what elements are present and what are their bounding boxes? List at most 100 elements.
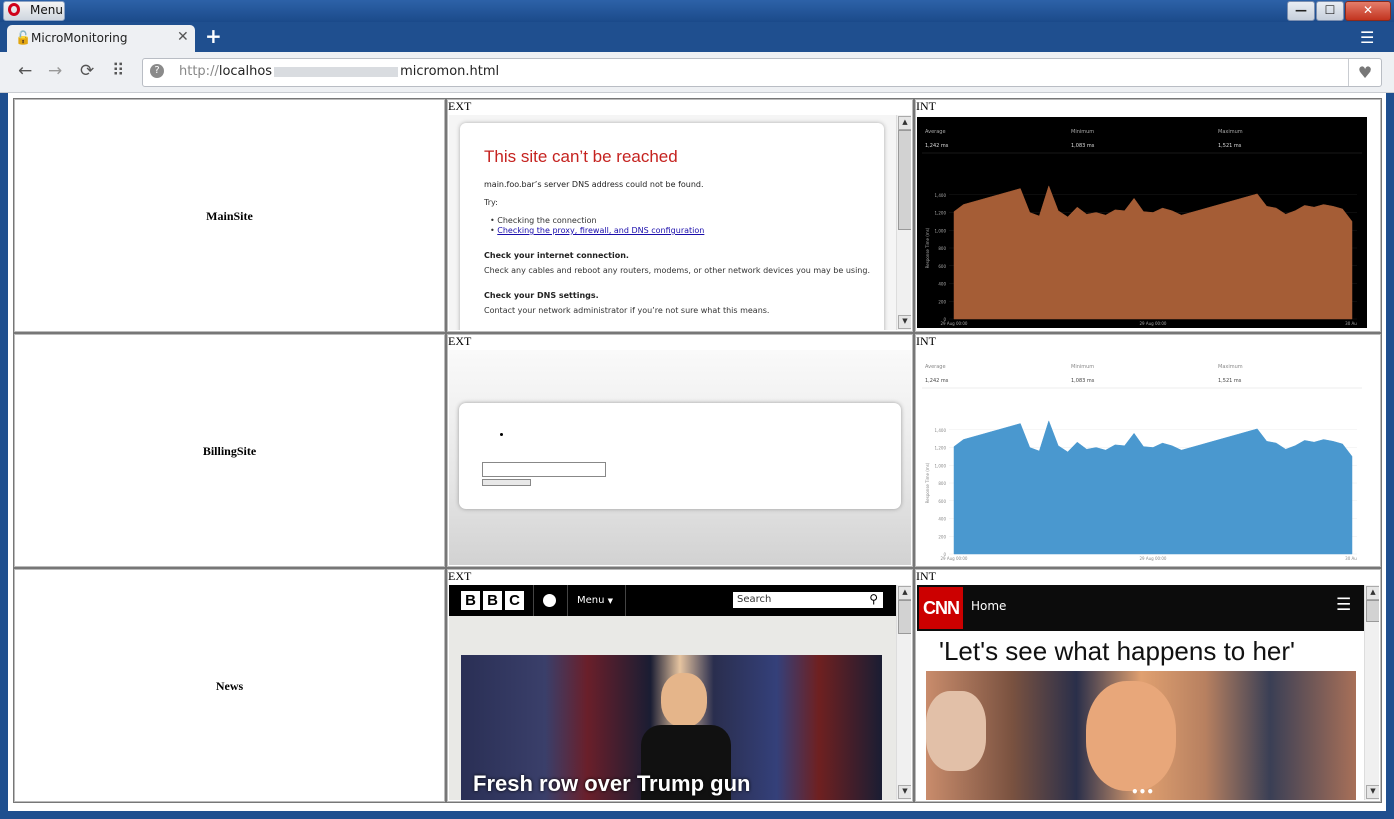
scroll-thumb[interactable] bbox=[898, 600, 911, 634]
tab-menu-icon[interactable]: ☰ bbox=[1360, 28, 1374, 47]
ext-frame-error-page[interactable]: This site can’t be reached main.foo.bar’… bbox=[449, 115, 911, 330]
tab-close-icon[interactable]: ✕ bbox=[177, 29, 189, 45]
scroll-up-icon[interactable]: ▲ bbox=[898, 586, 911, 600]
ext-cell-news: EXT B B C Menu ▼ Search ⚲ Fresh row over… bbox=[446, 568, 914, 803]
y-tick-label: 1,200 bbox=[935, 211, 947, 216]
bullet-proxy[interactable]: • Checking the proxy, firewall, and DNS … bbox=[490, 226, 704, 235]
url-redacted bbox=[274, 66, 399, 77]
ext-label: EXT bbox=[448, 99, 472, 113]
forward-icon[interactable]: → bbox=[48, 61, 62, 81]
maximize-button[interactable]: ☐ bbox=[1316, 1, 1344, 21]
tab-micromonitoring[interactable]: 🔓 MicroMonitoring ✕ bbox=[7, 25, 195, 52]
error-title: This site can’t be reached bbox=[484, 147, 678, 166]
y-tick-label: 600 bbox=[938, 499, 946, 504]
site-cell-mainsite: MainSite bbox=[13, 98, 446, 333]
x-tick-label: 29 Aug 00:00 bbox=[1140, 321, 1167, 326]
stat-label: Average bbox=[925, 364, 946, 370]
tab-strip: 🔓 MicroMonitoring ✕ + ☰ bbox=[0, 22, 1394, 52]
bbc-logo-b2[interactable]: B bbox=[483, 591, 502, 610]
divider bbox=[625, 585, 626, 616]
cnn-header: CNN Home ☰ bbox=[917, 585, 1379, 631]
bbc-menu[interactable]: Menu ▼ bbox=[577, 595, 613, 606]
y-axis-label: Response Time (ms) bbox=[925, 227, 930, 268]
image-face bbox=[926, 691, 986, 771]
scroll-up-icon[interactable]: ▲ bbox=[898, 116, 911, 130]
new-tab-button[interactable]: + bbox=[205, 24, 222, 48]
search-placeholder: Search bbox=[737, 594, 772, 605]
bbc-scrollbar[interactable]: ▲ ▼ bbox=[896, 585, 911, 800]
cnn-news-image[interactable]: ••• bbox=[926, 671, 1356, 800]
check-internet-text: Check any cables and reboot any routers,… bbox=[484, 266, 870, 275]
int-cell-news: INT CNN Home ☰ 'Let's see what happens t… bbox=[914, 568, 1382, 803]
search-icon[interactable]: ⚲ bbox=[869, 592, 878, 606]
int-label: INT bbox=[916, 569, 936, 583]
url-text[interactable]: http://localhos micromon.html bbox=[179, 64, 499, 79]
bbc-headline[interactable]: Fresh row over Trump gun bbox=[473, 771, 750, 797]
cnn-scrollbar[interactable]: ▲ ▼ bbox=[1364, 585, 1379, 800]
bbc-logo-c[interactable]: C bbox=[505, 591, 524, 610]
ext-frame-bbc[interactable]: B B C Menu ▼ Search ⚲ Fresh row over Tru… bbox=[449, 585, 911, 800]
scroll-down-icon[interactable]: ▼ bbox=[898, 785, 911, 799]
y-tick-label: 800 bbox=[938, 481, 946, 486]
y-tick-label: 1,200 bbox=[935, 446, 947, 451]
response-time-chart-light: Average 1,242 ms Minimum 1,083 ms Maximum 1,5… bbox=[922, 364, 1362, 561]
bullet-dot bbox=[500, 433, 503, 436]
x-tick-label: 30 Au bbox=[1345, 321, 1357, 326]
stat-value: 1,242 ms bbox=[925, 143, 949, 149]
scroll-thumb[interactable] bbox=[1366, 600, 1379, 622]
proxy-link[interactable]: Checking the proxy, firewall, and DNS co… bbox=[497, 226, 704, 235]
menu-label: Menu bbox=[30, 3, 63, 17]
speed-dial-icon[interactable]: ⠿ bbox=[112, 61, 124, 81]
close-window-button[interactable]: ✕ bbox=[1345, 1, 1391, 21]
scroll-down-icon[interactable]: ▼ bbox=[898, 315, 911, 329]
y-tick-label: 600 bbox=[938, 264, 946, 269]
ext-frame-scrollbar[interactable]: ▲ ▼ bbox=[896, 115, 911, 330]
login-input[interactable] bbox=[482, 462, 606, 477]
cnn-home-link[interactable]: Home bbox=[971, 599, 1006, 613]
back-icon[interactable]: ← bbox=[18, 61, 32, 81]
y-tick-label: 200 bbox=[938, 299, 946, 304]
opera-menu-button[interactable]: Menu bbox=[3, 1, 65, 21]
stat-value: 1,521 ms bbox=[1218, 143, 1242, 149]
ext-frame-billing[interactable] bbox=[449, 350, 911, 565]
y-tick-label: 1,000 bbox=[935, 463, 947, 468]
address-bar[interactable]: ? http://localhos micromon.html ♥ bbox=[142, 58, 1382, 87]
y-tick-label: 1,400 bbox=[935, 193, 947, 198]
stat-value: 1,521 ms bbox=[1218, 378, 1242, 384]
login-button[interactable] bbox=[482, 479, 531, 486]
window-titlebar: Menu — ☐ ✕ bbox=[0, 0, 1394, 22]
hamburger-icon[interactable]: ☰ bbox=[1336, 595, 1351, 615]
int-frame-cnn[interactable]: CNN Home ☰ 'Let's see what happens to he… bbox=[917, 585, 1379, 800]
stat-value: 1,083 ms bbox=[1071, 143, 1095, 149]
bbc-header: B B C Menu ▼ Search ⚲ bbox=[449, 585, 911, 616]
y-tick-label: 1,400 bbox=[935, 428, 947, 433]
reload-icon[interactable]: ⟳ bbox=[80, 61, 94, 81]
cnn-logo[interactable]: CNN bbox=[919, 587, 963, 629]
account-icon[interactable] bbox=[543, 594, 556, 607]
int-cell-mainsite: INT Average 1,242 ms Minimum 1,083 ms Maximu… bbox=[914, 98, 1382, 333]
int-label: INT bbox=[916, 334, 936, 348]
login-box bbox=[459, 403, 901, 509]
stat-value: 1,242 ms bbox=[925, 378, 949, 384]
scroll-down-icon[interactable]: ▼ bbox=[1366, 785, 1379, 799]
bookmark-heart-icon[interactable]: ♥ bbox=[1348, 59, 1381, 86]
cnn-headline[interactable]: 'Let's see what happens to her' bbox=[939, 636, 1295, 667]
scroll-up-icon[interactable]: ▲ bbox=[1366, 586, 1379, 600]
url-prefix: http:// bbox=[179, 64, 219, 79]
scroll-thumb[interactable] bbox=[898, 130, 911, 230]
bullet-connection: • Checking the connection bbox=[490, 216, 597, 225]
carousel-dots-icon[interactable]: ••• bbox=[1131, 785, 1154, 799]
error-line: main.foo.bar’s server DNS address could … bbox=[484, 180, 704, 189]
stat-label: Maximum bbox=[1218, 129, 1243, 135]
response-time-area bbox=[953, 185, 1353, 320]
site-info-icon[interactable]: ? bbox=[150, 64, 164, 78]
bbc-news-image[interactable]: Fresh row over Trump gun bbox=[461, 655, 882, 800]
url-path: micromon.html bbox=[400, 64, 500, 79]
int-label: INT bbox=[916, 99, 936, 113]
minimize-button[interactable]: — bbox=[1287, 1, 1315, 21]
response-time-area bbox=[953, 420, 1353, 555]
image-face bbox=[1086, 681, 1176, 791]
address-toolbar: ← → ⟳ ⠿ ? http://localhos micromon.html ♥ bbox=[0, 52, 1394, 93]
bbc-logo-b1[interactable]: B bbox=[461, 591, 480, 610]
bbc-search-box[interactable]: Search ⚲ bbox=[733, 592, 883, 608]
